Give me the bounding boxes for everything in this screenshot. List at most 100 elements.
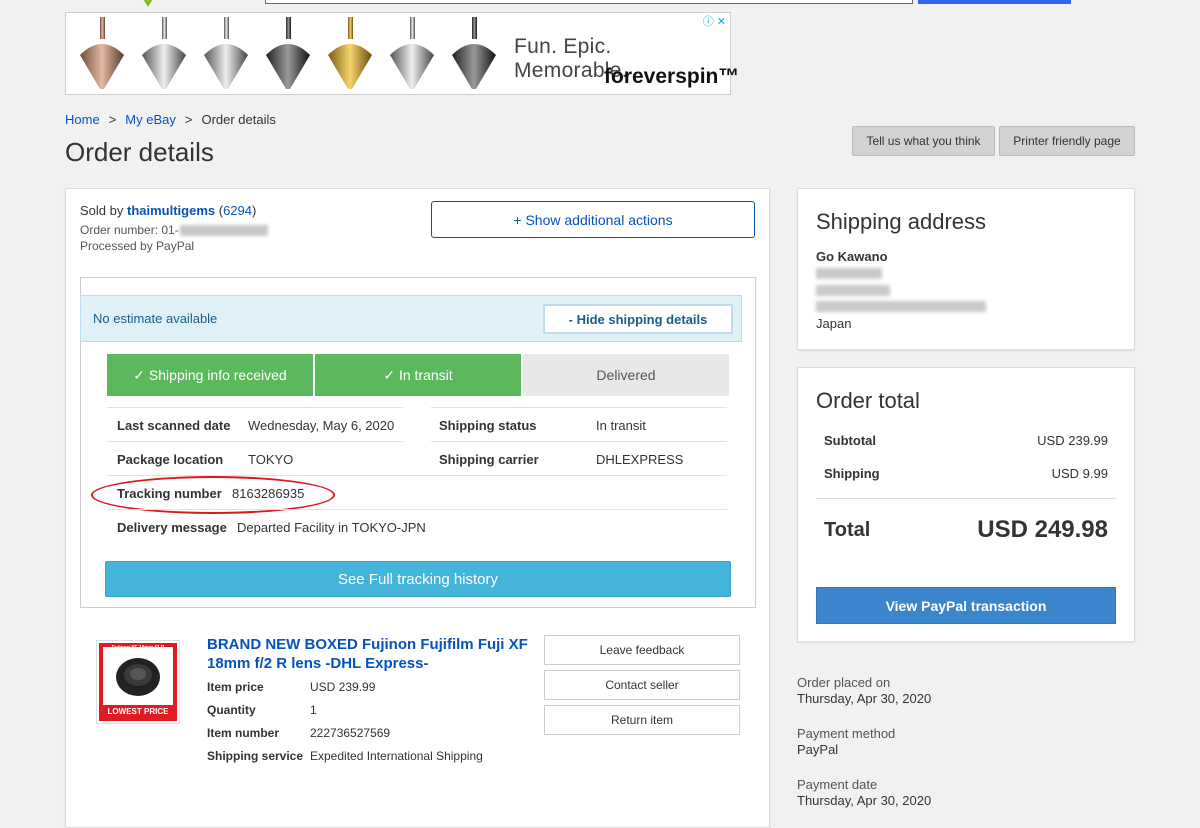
leave-feedback-button[interactable]: Leave feedback <box>544 635 740 665</box>
order-total-panel: Order total Subtotal USD 239.99 Shipping… <box>797 367 1135 642</box>
contact-seller-button[interactable]: Contact seller <box>544 670 740 700</box>
last-scanned-label: Last scanned date <box>117 418 230 433</box>
sold-by-label: Sold by <box>80 203 127 218</box>
payment-date-label: Payment date <box>797 777 878 792</box>
delivery-message-label: Delivery message <box>117 520 227 535</box>
estimate-text: No estimate available <box>93 311 218 326</box>
payment-method-value: PayPal <box>797 742 839 757</box>
ad-choices[interactable]: ⓘ ✕ <box>703 13 726 29</box>
shipping-service-value: Expedited International Shipping <box>310 749 483 763</box>
row-divider <box>107 509 727 510</box>
sold-by: Sold by thaimultigems (6294) <box>80 203 256 218</box>
breadcrumb-my-ebay[interactable]: My eBay <box>125 112 176 127</box>
breadcrumb-home[interactable]: Home <box>65 112 100 127</box>
item-thumbnail[interactable]: Fujinon XF 18mm f2 R LOWEST PRICE <box>96 640 180 724</box>
payment-method-label: Payment method <box>797 726 896 741</box>
printer-friendly-button[interactable]: Printer friendly page <box>999 126 1135 156</box>
shipping-cost-row: Shipping USD 9.99 <box>824 466 1108 481</box>
last-scanned-value: Wednesday, May 6, 2020 <box>248 418 395 433</box>
delivery-message-label-text: Delivery message <box>117 520 227 535</box>
total-value: USD 249.98 <box>977 516 1108 543</box>
order-placed-label: Order placed on <box>797 675 891 690</box>
shipping-carrier-value: DHLEXPRESS <box>596 452 684 467</box>
recipient-name: Go Kawano <box>816 249 888 264</box>
step-in-transit: ✓ In transit <box>315 354 521 396</box>
return-item-button[interactable]: Return item <box>544 705 740 735</box>
spinning-tops-image <box>80 17 496 89</box>
ad-brand-logo: foreverspin™ <box>604 65 740 88</box>
package-location-label-text: Package location <box>117 452 224 467</box>
image-caption-bottom: LOWEST PRICE <box>107 707 169 716</box>
image-caption-top: Fujinon XF 18mm f2 R <box>111 645 165 651</box>
subtotal-value: USD 239.99 <box>1037 433 1108 448</box>
shipping-address-title: Shipping address <box>816 209 987 234</box>
shipping-address-panel: Shipping address Go Kawano Japan <box>797 188 1135 350</box>
breadcrumb-separator: > <box>184 112 193 127</box>
ad-banner[interactable]: ⓘ ✕ Fun. Epic. Memorable. foreverspin™ <box>65 12 739 95</box>
package-location-label: Package location <box>117 452 223 467</box>
last-scanned-label-text: Last scanned date <box>117 418 231 433</box>
total-label: Total <box>824 518 871 541</box>
item-number-label: Item number <box>207 726 280 740</box>
item-price-row: Item price USD 239.99 <box>207 680 375 694</box>
feedback-open-paren: ( <box>215 203 224 218</box>
shipping-estimate-bar: No estimate available - Hide shipping de… <box>80 295 742 342</box>
shipping-service-row: Shipping service Expedited International … <box>207 749 483 763</box>
hide-shipping-details-button[interactable]: - Hide shipping details <box>543 304 733 334</box>
row-divider <box>431 441 727 442</box>
step-shipping-info-received: ✓ Shipping info received <box>107 354 313 396</box>
show-additional-actions-button[interactable]: + Show additional actions <box>431 201 755 238</box>
row-divider <box>431 407 727 408</box>
view-paypal-transaction-button[interactable]: View PayPal transaction <box>816 587 1116 624</box>
ebay-logo[interactable] <box>138 0 158 8</box>
shipping-status-value: In transit <box>596 418 646 433</box>
subtotal-row: Subtotal USD 239.99 <box>824 433 1108 448</box>
search-input[interactable] <box>265 0 913 4</box>
order-total-title: Order total <box>816 388 920 413</box>
breadcrumb: Home > My eBay > Order details <box>65 112 276 127</box>
close-icon[interactable]: ✕ <box>717 16 726 28</box>
address-country: Japan <box>816 316 852 331</box>
processed-by: Processed by PayPal <box>80 239 195 253</box>
package-location-value: TOKYO <box>248 452 294 467</box>
shipping-cost-label: Shipping <box>824 466 880 481</box>
grand-total-row: Total USD 249.98 <box>824 516 1108 544</box>
shipping-carrier-label: Shipping carrier <box>439 452 539 467</box>
item-number-value: 222736527569 <box>310 726 391 740</box>
breadcrumb-separator: > <box>108 112 117 127</box>
quantity-value: 1 <box>310 703 317 717</box>
order-placed-value: Thursday, Apr 30, 2020 <box>797 691 932 706</box>
breadcrumb-current: Order details <box>201 112 276 127</box>
full-tracking-history-button[interactable]: See Full tracking history <box>105 561 731 597</box>
search-button[interactable] <box>918 0 1071 4</box>
quantity-label: Quantity <box>207 703 256 717</box>
feedback-close-paren: ) <box>251 203 257 218</box>
redacted-address-line <box>816 301 986 312</box>
item-price-value: USD 239.99 <box>310 680 376 694</box>
shipping-status-label-text: Shipping status <box>439 418 537 433</box>
order-number: Order number: 01- <box>80 223 268 237</box>
shipping-cost-value: USD 9.99 <box>1051 466 1108 481</box>
item-price-label: Item price <box>207 680 264 694</box>
total-divider <box>816 498 1116 499</box>
feedback-score-link[interactable]: 6294 <box>223 203 252 218</box>
step-delivered: Delivered <box>523 354 729 396</box>
redacted-address-line <box>816 285 890 296</box>
redacted-order-number <box>179 225 268 237</box>
row-divider <box>107 441 403 442</box>
item-title-link[interactable]: BRAND NEW BOXED Fujinon Fujifilm Fuji XF… <box>207 635 537 673</box>
info-icon[interactable]: ⓘ <box>703 16 714 28</box>
payment-date-value: Thursday, Apr 30, 2020 <box>797 793 932 808</box>
shipping-carrier-label-text: Shipping carrier <box>439 452 539 467</box>
shipping-status-label: Shipping status <box>439 418 537 433</box>
page-title: Order details <box>65 137 214 167</box>
quantity-row: Quantity 1 <box>207 703 317 717</box>
redacted-address-line <box>816 268 882 279</box>
delivery-message-value: Departed Facility in TOKYO-JPN <box>237 520 426 535</box>
subtotal-label: Subtotal <box>824 433 876 448</box>
seller-link[interactable]: thaimultigems <box>127 203 215 218</box>
shipping-service-label: Shipping service <box>207 749 304 763</box>
order-panel: Sold by thaimultigems (6294) Order numbe… <box>65 188 770 828</box>
row-divider <box>107 407 403 408</box>
feedback-button[interactable]: Tell us what you think <box>852 126 995 156</box>
